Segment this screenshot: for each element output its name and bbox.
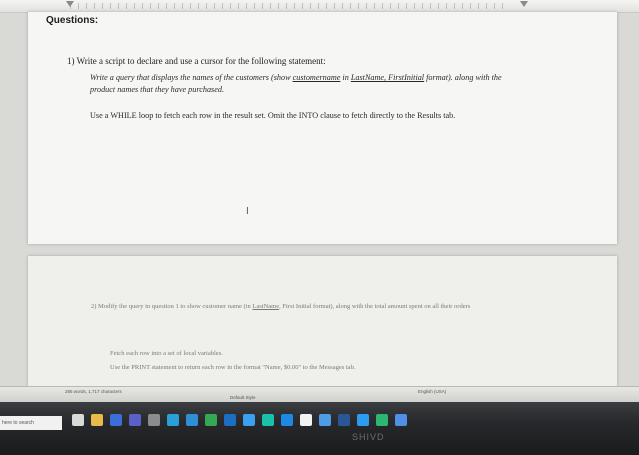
q1-p1-underline-2: LastName, FirstInitial <box>350 73 425 82</box>
docs-icon[interactable] <box>395 414 407 426</box>
settings-icon[interactable] <box>148 414 160 426</box>
media-icon[interactable] <box>110 414 122 426</box>
file-explorer-icon[interactable] <box>91 414 103 426</box>
word-count[interactable]: 285 words, 1,717 characters <box>65 389 122 394</box>
q2-underline: LastName <box>252 303 280 310</box>
dev-icon[interactable] <box>243 414 255 426</box>
language-indicator[interactable]: English (USA) <box>418 389 446 394</box>
question-2-paragraph-1: Fetch each row into a set of local varia… <box>110 350 223 357</box>
vscode-icon[interactable] <box>357 414 369 426</box>
q1-p1-underline-1: customername <box>292 73 341 82</box>
brand-label: SHIVD <box>352 432 385 442</box>
task-view-icon[interactable] <box>72 414 84 426</box>
left-indent-marker[interactable] <box>66 1 74 7</box>
ruler-ticks <box>70 3 510 9</box>
teams-icon[interactable] <box>129 414 141 426</box>
page-heading: Questions: <box>46 15 99 26</box>
document-page-1[interactable] <box>28 12 617 244</box>
question-2-paragraph-2: Use the PRINT statement to return each r… <box>110 364 356 371</box>
right-indent-marker[interactable] <box>520 1 528 7</box>
app-icon[interactable] <box>262 414 274 426</box>
edit-icon[interactable] <box>376 414 388 426</box>
q2-pre: 2) Modify the query in question 1 to sho… <box>91 303 253 310</box>
mail-icon[interactable] <box>224 414 236 426</box>
windows-taskbar: here to search SHIVD <box>0 402 639 455</box>
status-bar: 285 words, 1,717 characters Default Styl… <box>0 386 639 403</box>
maps-icon[interactable] <box>167 414 179 426</box>
q1-p1-pre: Write a query that displays the names of… <box>90 73 293 82</box>
q2-post: , First Initial format), along with the … <box>279 303 471 310</box>
chrome-icon[interactable] <box>205 414 217 426</box>
question-2-text: 2) Modify the query in question 1 to sho… <box>91 302 511 311</box>
text-cursor-icon: I <box>246 206 249 217</box>
question-1-paragraph-2: Use a WHILE loop to fetch each row in th… <box>90 111 456 120</box>
edge-icon[interactable] <box>186 414 198 426</box>
store-icon[interactable] <box>281 414 293 426</box>
page-style[interactable]: Default Style <box>230 395 256 400</box>
question-1-paragraph-1: Write a query that displays the names of… <box>90 72 510 96</box>
word-icon[interactable] <box>338 414 350 426</box>
q1-p1-mid: in <box>340 73 351 82</box>
camera-icon[interactable] <box>300 414 312 426</box>
question-1-text: 1) Write a script to declare and use a c… <box>67 56 326 66</box>
taskbar-search-input[interactable]: here to search <box>0 416 62 430</box>
photos-icon[interactable] <box>319 414 331 426</box>
